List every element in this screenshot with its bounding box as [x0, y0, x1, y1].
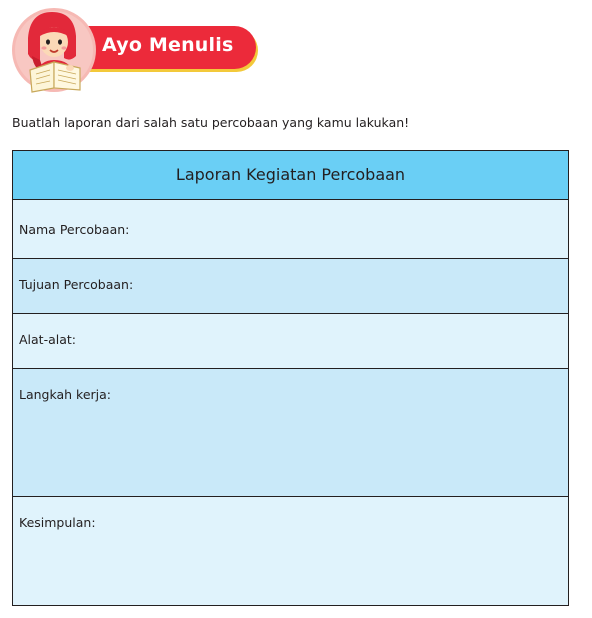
field-tujuan-percobaan[interactable]: Tujuan Percobaan:	[13, 259, 568, 314]
section-title: Ayo Menulis	[102, 34, 234, 56]
field-label: Nama Percobaan:	[19, 222, 130, 237]
girl-reading-book-icon	[12, 8, 96, 93]
field-langkah-kerja[interactable]: Langkah kerja:	[13, 369, 568, 497]
field-label: Langkah kerja:	[19, 387, 112, 402]
report-form-title: Laporan Kegiatan Percobaan	[13, 151, 568, 200]
field-label: Kesimpulan:	[19, 515, 96, 530]
report-form-table: Laporan Kegiatan Percobaan Nama Percobaa…	[12, 150, 569, 606]
field-label: Alat-alat:	[19, 332, 77, 347]
field-label: Tujuan Percobaan:	[19, 277, 134, 292]
field-alat-alat[interactable]: Alat-alat:	[13, 314, 568, 369]
section-header: Ayo Menulis	[10, 4, 256, 96]
field-kesimpulan[interactable]: Kesimpulan:	[13, 497, 568, 605]
field-nama-percobaan[interactable]: Nama Percobaan:	[13, 200, 568, 259]
instruction-text: Buatlah laporan dari salah satu percobaa…	[12, 115, 410, 130]
